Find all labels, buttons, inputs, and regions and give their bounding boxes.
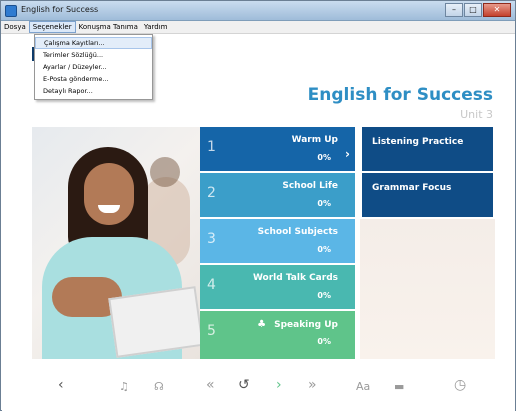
- bottom-toolbar: ‹ ♫ ☊ « ↺ › » Aa ▬ ◷: [2, 371, 515, 405]
- replay-icon[interactable]: ↺: [238, 377, 250, 393]
- course-title: English for Success: [307, 85, 493, 105]
- font-size-icon[interactable]: Aa: [356, 380, 370, 393]
- tile-warm-up[interactable]: 1 Warm Up 0% ›: [200, 127, 355, 171]
- forward-icon[interactable]: »: [308, 377, 317, 393]
- student-photo: [32, 127, 200, 359]
- tile-name: Warm Up: [291, 135, 338, 145]
- menu-item-study-records[interactable]: Çalışma Kayıtları...: [35, 37, 152, 49]
- timer-icon[interactable]: ◷: [454, 377, 466, 393]
- tile-school-subjects[interactable]: 3 School Subjects 0%: [200, 219, 355, 263]
- microphone-icon[interactable]: ♫: [119, 380, 129, 393]
- tile-name: Speaking Up: [274, 320, 338, 330]
- tablet-device: [108, 286, 200, 358]
- chevron-right-icon: ›: [345, 147, 350, 161]
- tile-progress: 0%: [317, 337, 331, 346]
- next-icon[interactable]: ›: [276, 377, 282, 393]
- menu-item-send-email[interactable]: E-Posta gönderme...: [35, 73, 152, 85]
- speaking-icon: ♣: [257, 319, 267, 330]
- menu-help[interactable]: Yardım: [141, 21, 171, 33]
- tile-name: World Talk Cards: [252, 273, 338, 283]
- menu-speech-recognition[interactable]: Konuşma Tanıma: [76, 21, 141, 33]
- tile-progress: 0%: [317, 199, 331, 208]
- tile-speaking-up[interactable]: 5 ♣ Speaking Up 0%: [200, 311, 355, 359]
- menu-item-detailed-report[interactable]: Detaylı Rapor...: [35, 85, 152, 97]
- menu-item-settings-levels[interactable]: Ayarlar / Düzeyler...: [35, 61, 152, 73]
- maximize-button[interactable]: □: [464, 3, 482, 17]
- tile-name-row: ♣ Speaking Up: [257, 319, 338, 330]
- lesson-tiles: 1 Warm Up 0% › 2 School Life 0% 3 School…: [200, 127, 495, 359]
- tile-world-talk-cards[interactable]: 4 World Talk Cards 0%: [200, 265, 355, 309]
- minimize-button[interactable]: –: [445, 3, 463, 17]
- window-title: English for Success: [21, 5, 99, 14]
- tile-school-life[interactable]: 2 School Life 0%: [200, 173, 355, 217]
- tile-listening-practice[interactable]: Listening Practice: [362, 127, 493, 171]
- back-icon[interactable]: ‹: [58, 377, 64, 393]
- keyboard-icon[interactable]: ▬: [394, 380, 404, 393]
- tile-grammar-focus[interactable]: Grammar Focus: [362, 173, 493, 217]
- tile-number: 4: [207, 277, 216, 293]
- menu-bar: Dosya Seçenekler Konuşma Tanıma Yardım: [1, 21, 515, 34]
- tile-name: School Life: [282, 181, 338, 191]
- title-bar[interactable]: English for Success – □ ✕: [1, 1, 515, 21]
- rewind-icon[interactable]: «: [206, 377, 215, 393]
- tile-number: 1: [207, 139, 216, 155]
- menu-file[interactable]: Dosya: [1, 21, 29, 33]
- background-person-head: [150, 157, 180, 187]
- options-dropdown-menu: Çalışma Kayıtları... Terimler Sözlüğü...…: [34, 34, 153, 100]
- tile-number: 2: [207, 185, 216, 201]
- tile-progress: 0%: [317, 153, 331, 162]
- tile-name: Listening Practice: [372, 137, 464, 147]
- tile-number: 3: [207, 231, 216, 247]
- headset-icon[interactable]: ☊: [154, 380, 164, 393]
- student-face: [84, 163, 134, 225]
- close-button[interactable]: ✕: [483, 3, 511, 17]
- menu-item-glossary[interactable]: Terimler Sözlüğü...: [35, 49, 152, 61]
- window-controls: – □ ✕: [444, 3, 511, 17]
- right-photo: [360, 219, 495, 359]
- tile-progress: 0%: [317, 291, 331, 300]
- app-icon: [5, 5, 17, 17]
- tile-name: School Subjects: [257, 227, 338, 237]
- tile-name: Grammar Focus: [372, 183, 452, 193]
- unit-label: Unit 3: [460, 108, 493, 121]
- tile-number: 5: [207, 323, 216, 339]
- tile-progress: 0%: [317, 245, 331, 254]
- app-window: English for Success – □ ✕ Dosya Seçenekl…: [0, 0, 516, 411]
- menu-options[interactable]: Seçenekler: [28, 21, 76, 33]
